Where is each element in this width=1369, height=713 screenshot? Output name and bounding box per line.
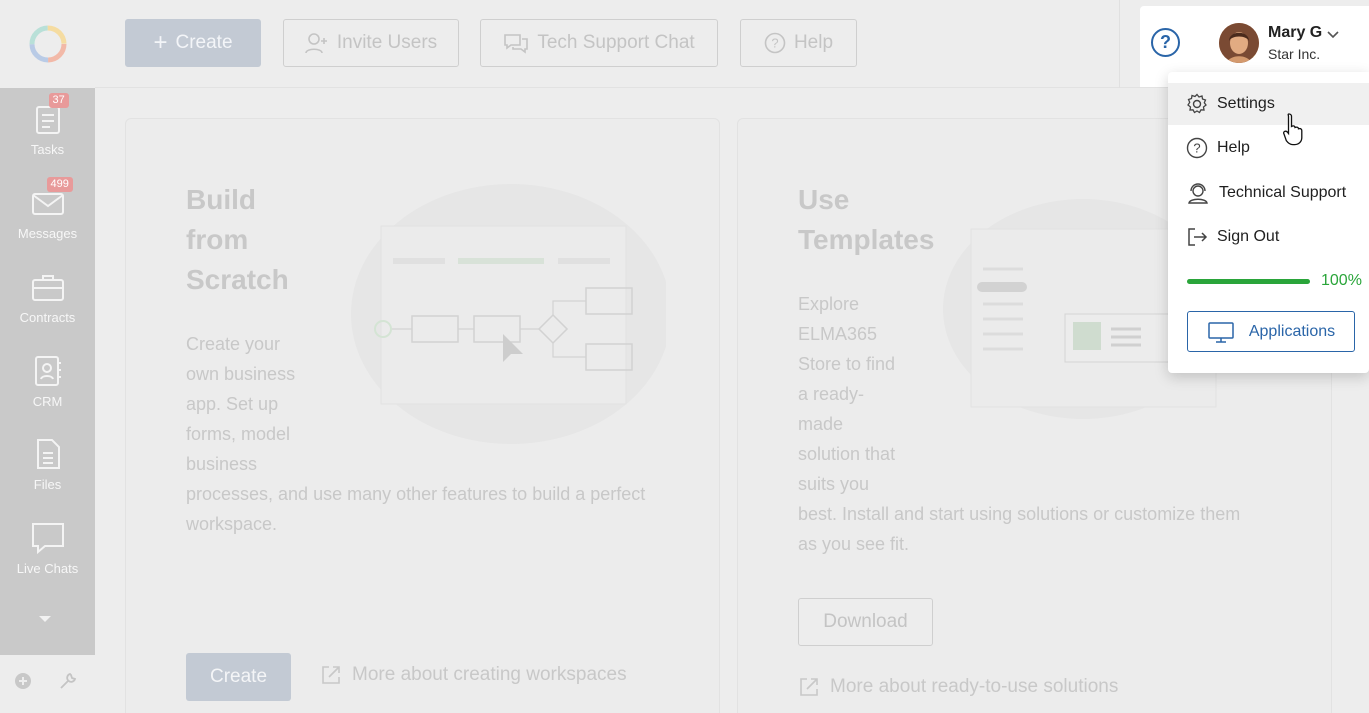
user-photo [1219,23,1259,63]
sidebar-item-label: Messages [17,226,78,241]
headset-icon [1188,183,1208,204]
mouse-pointer-icon [1283,112,1305,153]
help-icon: ? [1186,137,1208,159]
card-title-line: from [186,224,249,255]
sidebar-item-files[interactable]: Files [0,423,95,503]
card-title-line: Templates [798,224,935,255]
wrench-icon[interactable] [58,671,78,691]
ready-to-use-solutions-link[interactable]: More about ready-to-use solutions [798,676,1118,698]
user-menu-dropdown: Settings ? Help Technical Support Sign O… [1168,72,1369,373]
menu-item-sign-out[interactable]: Sign Out [1168,216,1369,258]
messages-badge: 499 [46,177,73,192]
sidebar-item-label: Contracts [19,310,76,325]
help-icon: ? [764,32,786,54]
applications-button[interactable]: Applications [1187,311,1355,352]
files-icon [31,437,65,471]
sidebar: 37 Tasks 499 Messages Contracts CRM File… [0,0,95,713]
sidebar-item-messages[interactable]: 499 Messages [0,172,95,252]
messages-icon: 499 [31,177,73,220]
sidebar-item-label: Tasks [30,142,65,157]
contracts-icon [31,270,65,304]
chevron-down-icon[interactable] [1326,26,1340,44]
creating-workspaces-link[interactable]: More about creating workspaces [320,664,627,686]
card-title-line: Build [186,184,256,215]
app-logo-icon [29,25,66,63]
add-user-icon [305,33,327,54]
sidebar-item-tasks[interactable]: 37 Tasks [0,88,95,168]
chevron-down-icon[interactable] [39,616,51,622]
progress-percent: 100% [1321,272,1362,289]
card-description: Create your own business app. Set up for… [186,334,646,534]
tech-support-chat-button[interactable]: Tech Support Chat [480,19,718,67]
external-link-icon [322,666,340,684]
sidebar-item-live-chats[interactable]: Live Chats [0,507,95,587]
sidebar-footer [0,655,95,713]
download-button[interactable]: Download [798,598,933,646]
svg-text:?: ? [1193,141,1200,156]
sign-out-icon [1188,228,1208,246]
progress-fill [1187,279,1310,284]
sidebar-item-label: CRM [32,394,63,409]
add-circle-icon[interactable] [14,672,32,690]
help-circle-icon[interactable]: ? [1151,28,1180,57]
gear-icon [1187,93,1207,114]
sidebar-item-crm[interactable]: CRM [0,340,95,420]
topbar-divider [1119,0,1120,88]
invite-users-button[interactable]: Invite Users [283,19,459,67]
card-create-button[interactable]: Create [186,653,291,701]
menu-item-settings[interactable]: Settings [1168,83,1369,125]
plus-icon: + [153,29,168,56]
help-button[interactable]: ? Help [740,19,857,67]
build-from-scratch-card: Build from Scratch Create your own busin… [125,118,720,713]
card-title-line: Use [798,184,850,215]
card-title-line: Scratch [186,264,289,295]
logo[interactable] [0,0,95,88]
user-name[interactable]: Mary G [1268,24,1322,42]
chat-bubbles-icon [504,34,529,54]
tasks-icon: 37 [31,93,69,136]
menu-item-technical-support[interactable]: Technical Support [1168,172,1369,214]
external-link-icon [800,678,818,696]
svg-text:?: ? [771,36,778,51]
user-company: Star Inc. [1268,46,1321,62]
monitor-icon [1208,321,1234,343]
sidebar-item-label: Live Chats [16,561,79,576]
create-button[interactable]: + Create [125,19,261,67]
sidebar-item-contracts[interactable]: Contracts [0,256,95,336]
tasks-badge: 37 [48,93,69,108]
menu-item-help[interactable]: ? Help [1168,127,1369,169]
sidebar-item-label: Files [33,477,62,492]
avatar[interactable] [1219,23,1259,63]
crm-icon [31,354,65,388]
storage-progress-bar [1187,279,1310,284]
live-chats-icon [31,521,65,555]
